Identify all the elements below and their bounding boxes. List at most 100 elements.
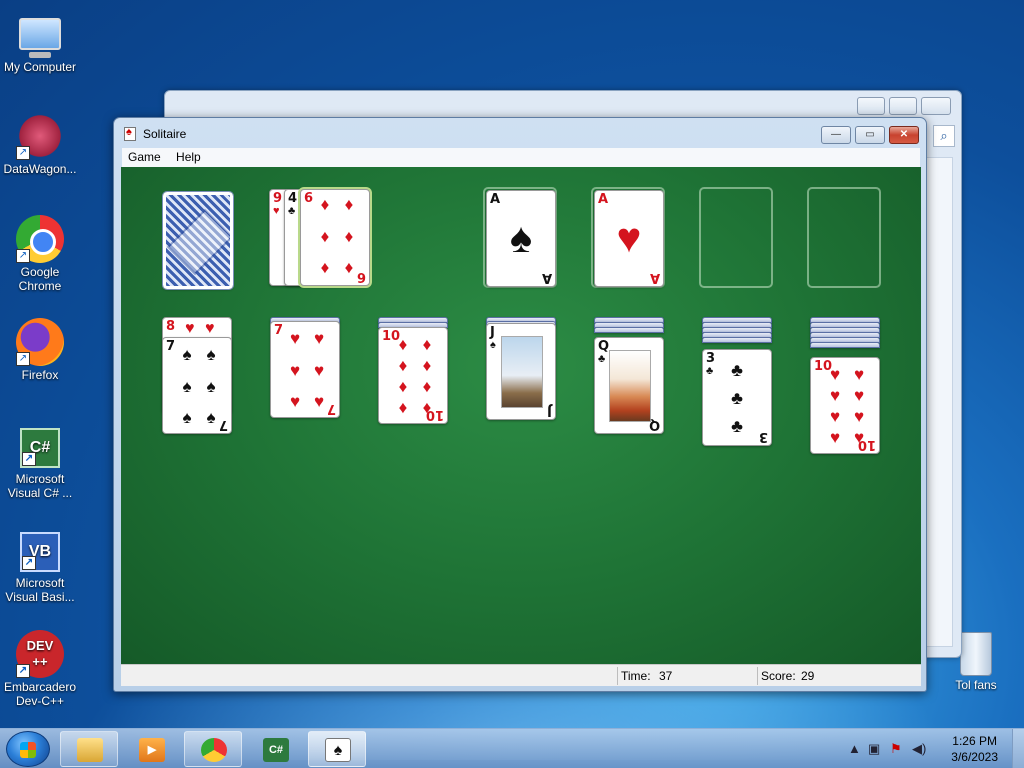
show-desktop-button[interactable] (1012, 729, 1024, 768)
menu-help[interactable]: Help (170, 148, 207, 166)
action-center-icon[interactable]: ⚑ (890, 741, 902, 757)
bg-maximize-button[interactable] (889, 97, 917, 115)
score-label: Score: (761, 669, 796, 683)
csharp-icon: C# ↗ (20, 428, 60, 468)
network-icon[interactable]: ▣ (868, 741, 880, 757)
tableau-facedown (810, 342, 880, 348)
media-player-icon: ▶ (139, 738, 165, 762)
foundation-4[interactable] (807, 187, 881, 288)
foundation-card[interactable]: A ♥ A (594, 190, 664, 287)
game-board: 9 ♥ 4 ♣ 6 ♦ ♦ ♦ ♦ ♦ ♦ 6 A ♠ A A ♥ A 8 ♥ … (121, 167, 921, 664)
clock-date: 3/6/2023 (951, 750, 998, 764)
shortcut-arrow-icon: ↗ (16, 352, 30, 366)
tableau-card[interactable]: 7 ♠ ♠ ♠ ♠ ♠ ♠ 7 (162, 337, 232, 434)
title-bar[interactable]: Solitaire — ▭ ✕ (114, 118, 926, 148)
clock-time: 1:26 PM (952, 734, 997, 748)
shortcut-arrow-icon: ↗ (16, 146, 30, 160)
card-rank: A (598, 192, 609, 207)
card-suit: ♣ (598, 353, 606, 365)
card-rank: A (490, 192, 501, 207)
status-divider (757, 667, 758, 685)
desktop-icon-visual-csharp[interactable]: C# ↗ Microsoft Visual C# ... (0, 428, 80, 500)
clock[interactable]: 1:26 PM 3/6/2023 (951, 733, 998, 765)
score-value: 29 (801, 669, 815, 683)
tableau-card[interactable]: 10 ♦ ♦ ♦ ♦ ♦ ♦ ♦ ♦ 10 (378, 327, 448, 424)
close-button[interactable]: ✕ (889, 126, 919, 144)
desktop-icon-label: Microsoft Visual Basi... (5, 576, 75, 604)
bg-minimize-button[interactable] (857, 97, 885, 115)
card-rank-bottom: 6 (356, 269, 366, 284)
desktop-icon-label: Tol fans (955, 678, 997, 692)
foundation-card[interactable]: A ♠ A (486, 190, 556, 287)
search-icon[interactable]: ⌕ (933, 125, 955, 147)
status-bar: Time: 37 Score: 29 (121, 664, 921, 686)
card-pips: ♦ ♦ ♦ ♦ ♦ ♦ ♦ ♦ (398, 335, 432, 417)
desktop-icon-label: Google Chrome (18, 265, 62, 293)
chrome-icon: ↗ (16, 215, 64, 263)
foundation-3[interactable] (699, 187, 773, 288)
card-suit: ♥ (205, 320, 215, 337)
desktop-icon-label: Embarcadero Dev-C++ (3, 680, 77, 708)
explorer-icon (77, 738, 103, 762)
card-rank: 9 (273, 191, 283, 206)
card-pips: ♥ ♥ ♥ ♥ ♥ ♥ ♥ ♥ (829, 365, 865, 447)
bg-close-button[interactable] (921, 97, 951, 115)
taskbar-csharp[interactable]: C# (246, 731, 304, 767)
desktop-icon-visual-basic[interactable]: VB ↗ Microsoft Visual Basi... (0, 532, 80, 604)
stock-pile[interactable] (162, 191, 234, 290)
csharp-icon: C# (263, 738, 289, 762)
menu-game[interactable]: Game (122, 148, 167, 166)
card-pips: ♠ ♠ ♠ ♠ ♠ ♠ (182, 345, 216, 427)
taskbar-explorer[interactable] (60, 731, 118, 767)
shortcut-arrow-icon: ↗ (16, 249, 30, 263)
time-label: Time: (621, 669, 651, 683)
maximize-button[interactable]: ▭ (855, 126, 885, 144)
taskbar-chrome[interactable] (184, 731, 242, 767)
taskbar-solitaire[interactable]: ♠ (308, 731, 366, 767)
tableau-card[interactable]: Q ♣ Q (594, 337, 664, 434)
desktop-icon-my-computer[interactable]: My Computer (0, 10, 80, 74)
shortcut-arrow-icon: ↗ (22, 452, 36, 466)
jack-face-art (501, 336, 543, 408)
tableau-card[interactable]: J ♠ J (486, 323, 556, 420)
time-value: 37 (659, 669, 673, 683)
solitaire-icon (124, 126, 136, 141)
taskbar: ▶ C# ♠ ▲ ▣ ⚑ ◀) 1:26 PM 3/6/2023 (0, 728, 1024, 768)
desktop-icon-label: Microsoft Visual C# ... (7, 472, 73, 500)
computer-icon (19, 18, 61, 58)
desktop-icon-firefox[interactable]: ↗ Firefox (0, 318, 80, 382)
status-divider (617, 667, 618, 685)
desktop-icon-dev-cpp[interactable]: DEV ++ ↗ Embarcadero Dev-C++ (0, 630, 80, 708)
tableau-card[interactable]: 7 ♥ ♥ ♥ ♥ ♥ ♥ 7 (270, 321, 340, 418)
card-rank-bottom: A (541, 270, 552, 285)
window-title: Solitaire (143, 127, 187, 141)
tableau-facedown (702, 337, 772, 343)
taskbar-media-player[interactable]: ▶ (122, 731, 180, 767)
card-rank-bottom: Q (648, 417, 660, 432)
shortcut-arrow-icon: ↗ (16, 664, 30, 678)
recycle-bin-icon (960, 632, 992, 676)
start-button[interactable] (6, 731, 50, 767)
datawagon-icon: ↗ (16, 112, 64, 160)
chrome-icon (201, 738, 227, 762)
card-rank: 4 (288, 191, 298, 206)
solitaire-icon: ♠ (325, 738, 351, 762)
minimize-button[interactable]: — (821, 126, 851, 144)
card-rank: J (490, 325, 495, 340)
show-hidden-icons-icon[interactable]: ▲ (848, 741, 861, 756)
card-rank-bottom: 7 (326, 401, 336, 416)
tableau-card[interactable]: 3 ♣ ♣ ♣ ♣ 3 (702, 349, 772, 446)
card-suit: ♥ (185, 320, 195, 337)
desktop-icon-chrome[interactable]: ↗ Google Chrome (0, 215, 80, 293)
card-pips: ♥ ♥ ♥ ♥ ♥ ♥ (289, 329, 325, 411)
desktop-icon-datawagon[interactable]: ↗ DataWagon... (0, 112, 80, 176)
solitaire-window[interactable]: Solitaire — ▭ ✕ Game Help 9 ♥ 4 ♣ 6 ♦♦♦♦… (113, 117, 927, 692)
card-rank-bottom: 7 (218, 417, 228, 432)
desktop-icon-label: My Computer (3, 60, 77, 74)
card-suit: ♠ (490, 339, 496, 351)
tableau-card[interactable]: 10 ♥ ♥ ♥ ♥ ♥ ♥ ♥ ♥ 10 (810, 357, 880, 454)
card-rank: 8 (166, 319, 176, 334)
card-rank-bottom: A (649, 270, 660, 285)
card-suit: ♥ (273, 205, 280, 217)
volume-icon[interactable]: ◀) (912, 741, 926, 757)
